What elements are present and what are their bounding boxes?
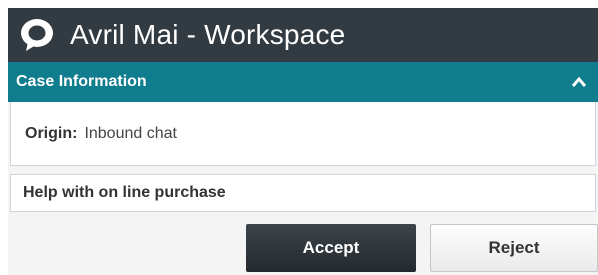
chevron-up-icon[interactable] bbox=[570, 73, 588, 91]
accept-button[interactable]: Accept bbox=[246, 224, 416, 272]
section-title: Case Information bbox=[16, 73, 147, 90]
title-bar: Avril Mai - Workspace bbox=[8, 8, 598, 62]
chat-bubble-icon bbox=[18, 16, 56, 54]
workspace-window: Avril Mai - Workspace Case Information O… bbox=[8, 8, 598, 275]
case-information-body: Origin: Inbound chat bbox=[10, 102, 596, 166]
case-subject: Help with on line purchase bbox=[10, 174, 596, 212]
case-information-header[interactable]: Case Information bbox=[8, 62, 598, 102]
origin-label: Origin: bbox=[25, 124, 78, 142]
reject-button[interactable]: Reject bbox=[430, 224, 598, 272]
window-title: Avril Mai - Workspace bbox=[70, 19, 346, 50]
origin-value: Inbound chat bbox=[84, 124, 177, 142]
